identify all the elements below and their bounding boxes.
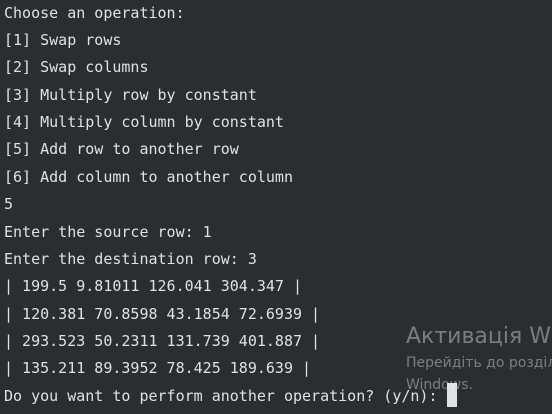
matrix-row: | 199.5 9.81011 126.041 304.347 | xyxy=(4,277,303,295)
matrix-row: | 293.523 50.2311 131.739 401.887 | xyxy=(4,332,321,350)
terminal-output[interactable]: Choose an operation: [1] Swap rows [2] S… xyxy=(0,0,552,414)
option-multiply-column: [4] Multiply column by constant xyxy=(4,113,284,131)
option-swap-columns: [2] Swap columns xyxy=(4,58,149,76)
option-multiply-row: [3] Multiply row by constant xyxy=(4,86,257,104)
continue-prompt-line[interactable]: Do you want to perform another operation… xyxy=(4,383,457,410)
option-add-column: [6] Add column to another column xyxy=(4,168,293,186)
watermark-line-1: Перейдіть до розділу xyxy=(406,355,552,371)
watermark-title: Активація Windows xyxy=(406,324,552,349)
user-choice: 5 xyxy=(4,195,14,213)
text-cursor[interactable] xyxy=(446,383,457,407)
option-add-row: [5] Add row to another row xyxy=(4,140,239,158)
matrix-row: | 135.211 89.3952 78.425 189.639 | xyxy=(4,359,312,377)
source-row-prompt: Enter the source row: 1 xyxy=(4,223,212,241)
destination-row-prompt: Enter the destination row: 3 xyxy=(4,250,257,268)
matrix-row: | 120.381 70.8598 43.1854 72.6939 | xyxy=(4,305,321,323)
continue-prompt: Do you want to perform another operation… xyxy=(4,387,447,405)
option-swap-rows: [1] Swap rows xyxy=(4,31,122,49)
menu-prompt: Choose an operation: xyxy=(4,4,185,22)
